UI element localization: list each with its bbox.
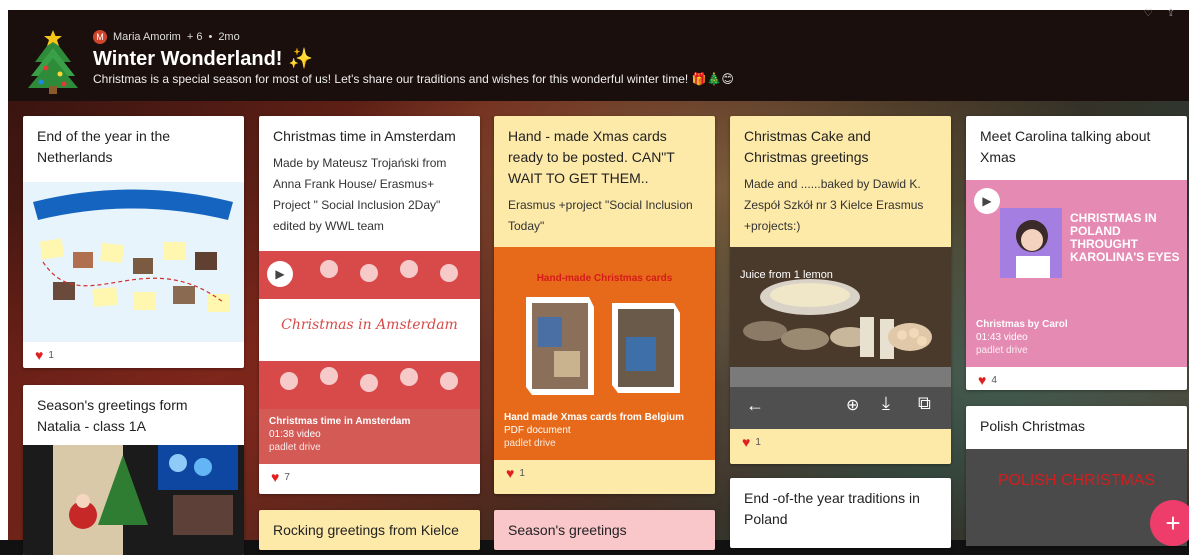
video-thumbnail[interactable]: Christmas in Amsterdam ▶	[259, 251, 480, 409]
heart-icon[interactable]: ♥	[35, 348, 43, 362]
collaborators-count[interactable]: + 6	[187, 31, 203, 43]
attachment-meta: PDF document	[504, 425, 571, 436]
video-title-overlay: Christmas in Amsterdam	[281, 317, 458, 333]
attachment-meta: 01:43 video	[976, 332, 1028, 343]
post-card[interactable]: End -of-the year traditions in Poland	[730, 478, 951, 548]
attachment-source: padlet drive	[269, 442, 321, 453]
page-subtitle: Christmas is a special season for most o…	[93, 72, 734, 86]
post-image[interactable]: Hand-made Christmas cards	[494, 247, 715, 405]
post-title: Meet Carolina talking about Xmas	[980, 128, 1151, 165]
heart-icon[interactable]: ♥	[506, 466, 514, 480]
page-title: Winter Wonderland! ✨	[93, 48, 313, 70]
likes[interactable]: ♥ 1	[23, 342, 244, 368]
left-strip	[0, 0, 8, 540]
padlet-header: M Maria Amorim + 6 • 2mo Winter Wonderla…	[8, 8, 1189, 101]
post-body: Made and ......baked by Dawid K. Zespół …	[744, 177, 924, 233]
post-body: Made by Mateusz Trojański from Anna Fran…	[273, 156, 447, 233]
image-caption-text: Juice from 1 lemon	[740, 269, 833, 281]
post-image[interactable]	[23, 445, 244, 555]
heart-outline-icon[interactable]: ♡	[1144, 8, 1153, 19]
post-title: Hand - made Xmas cards ready to be poste…	[508, 128, 675, 186]
attachment-title: Hand made Xmas cards from Belgium	[504, 412, 685, 423]
attachment-source: padlet drive	[504, 438, 556, 449]
video-thumbnail[interactable]: CHRISTMAS IN POLAND THROUGHT KAROLINA'S …	[966, 180, 1187, 312]
attachment-caption[interactable]: Christmas by Carol 01:43 video padlet dr…	[966, 312, 1187, 367]
attachment-caption[interactable]: Hand made Xmas cards from Belgium PDF do…	[494, 405, 715, 460]
add-post-button[interactable]: +	[1150, 500, 1189, 546]
post-image[interactable]: Juice from 1 lemon ← ⊕ ⤓ ⧉	[730, 247, 951, 429]
post-title: Season's greetings form Natalia - class …	[37, 397, 188, 434]
like-count: 1	[519, 467, 525, 479]
author-name[interactable]: Maria Amorim	[113, 31, 181, 43]
likes[interactable]: ♥ 4	[966, 367, 1187, 390]
christmas-tree-icon	[28, 30, 78, 94]
arrow-left-icon[interactable]: ←	[746, 395, 764, 416]
post-card[interactable]: Hand - made Xmas cards ready to be poste…	[494, 116, 715, 494]
zoom-in-icon[interactable]: ⊕	[846, 395, 859, 415]
post-title: Christmas Cake and Christmas greetings	[744, 128, 871, 165]
post-card[interactable]: Season's greetings form Natalia - class …	[23, 385, 244, 555]
post-card[interactable]: Rocking greetings from Kielce	[259, 510, 480, 550]
like-count: 1	[48, 349, 54, 361]
attachment-title: Christmas time in Amsterdam	[269, 416, 411, 427]
attachment-meta: 01:38 video	[269, 429, 321, 440]
post-age: 2mo	[218, 31, 240, 43]
avatar[interactable]: M	[93, 30, 107, 44]
heart-icon[interactable]: ♥	[271, 470, 279, 484]
heart-icon[interactable]: ♥	[742, 435, 750, 449]
like-count: 1	[755, 436, 761, 448]
post-card[interactable]: Christmas Cake and Christmas greetings M…	[730, 116, 951, 464]
post-title: End -of-the year traditions in Poland	[744, 490, 920, 527]
play-icon[interactable]: ▶	[974, 188, 1000, 214]
like-count: 7	[284, 471, 290, 483]
post-card[interactable]: Season's greetings	[494, 510, 715, 550]
post-image[interactable]	[23, 182, 244, 342]
post-card[interactable]: Meet Carolina talking about Xmas CHRISTM…	[966, 116, 1187, 390]
like-count: 4	[991, 374, 997, 386]
post-body: Erasmus +project "Social Inclusion Today…	[508, 198, 693, 233]
attachment-caption[interactable]: Christmas time in Amsterdam 01:38 video …	[259, 409, 480, 464]
heart-icon[interactable]: ♥	[978, 373, 986, 387]
post-title: Christmas time in Amsterdam	[273, 128, 456, 144]
likes[interactable]: ♥ 7	[259, 464, 480, 490]
post-meta: M Maria Amorim + 6 • 2mo	[93, 30, 240, 44]
post-title: End of the year in the Netherlands	[37, 128, 171, 165]
share-icon[interactable]: ⇪	[1167, 8, 1175, 19]
download-icon[interactable]: ⤓	[882, 393, 890, 414]
header-icons: ♡ ⇪	[1144, 8, 1175, 19]
attachment-source: padlet drive	[976, 345, 1028, 356]
likes[interactable]: ♥ 1	[730, 429, 951, 455]
meta-separator: •	[208, 31, 213, 43]
post-card[interactable]: Christmas time in Amsterdam Made by Mate…	[259, 116, 480, 494]
post-title: Rocking greetings from Kielce	[273, 522, 459, 538]
post-card[interactable]: End of the year in the Netherlands ♥ 1	[23, 116, 244, 368]
post-title: Polish Christmas	[980, 418, 1086, 434]
play-icon[interactable]: ▶	[267, 261, 293, 287]
image-caption-text: POLISH CHRISTMAS	[997, 472, 1156, 489]
top-edge	[0, 0, 1189, 10]
video-title-overlay: CHRISTMAS IN POLAND THROUGHT KAROLINA'S …	[1070, 211, 1180, 264]
likes[interactable]: ♥ 1	[494, 460, 715, 486]
open-external-icon[interactable]: ⧉	[918, 393, 931, 414]
attachment-title: Christmas by Carol	[976, 319, 1068, 330]
post-title: Season's greetings	[508, 522, 627, 538]
